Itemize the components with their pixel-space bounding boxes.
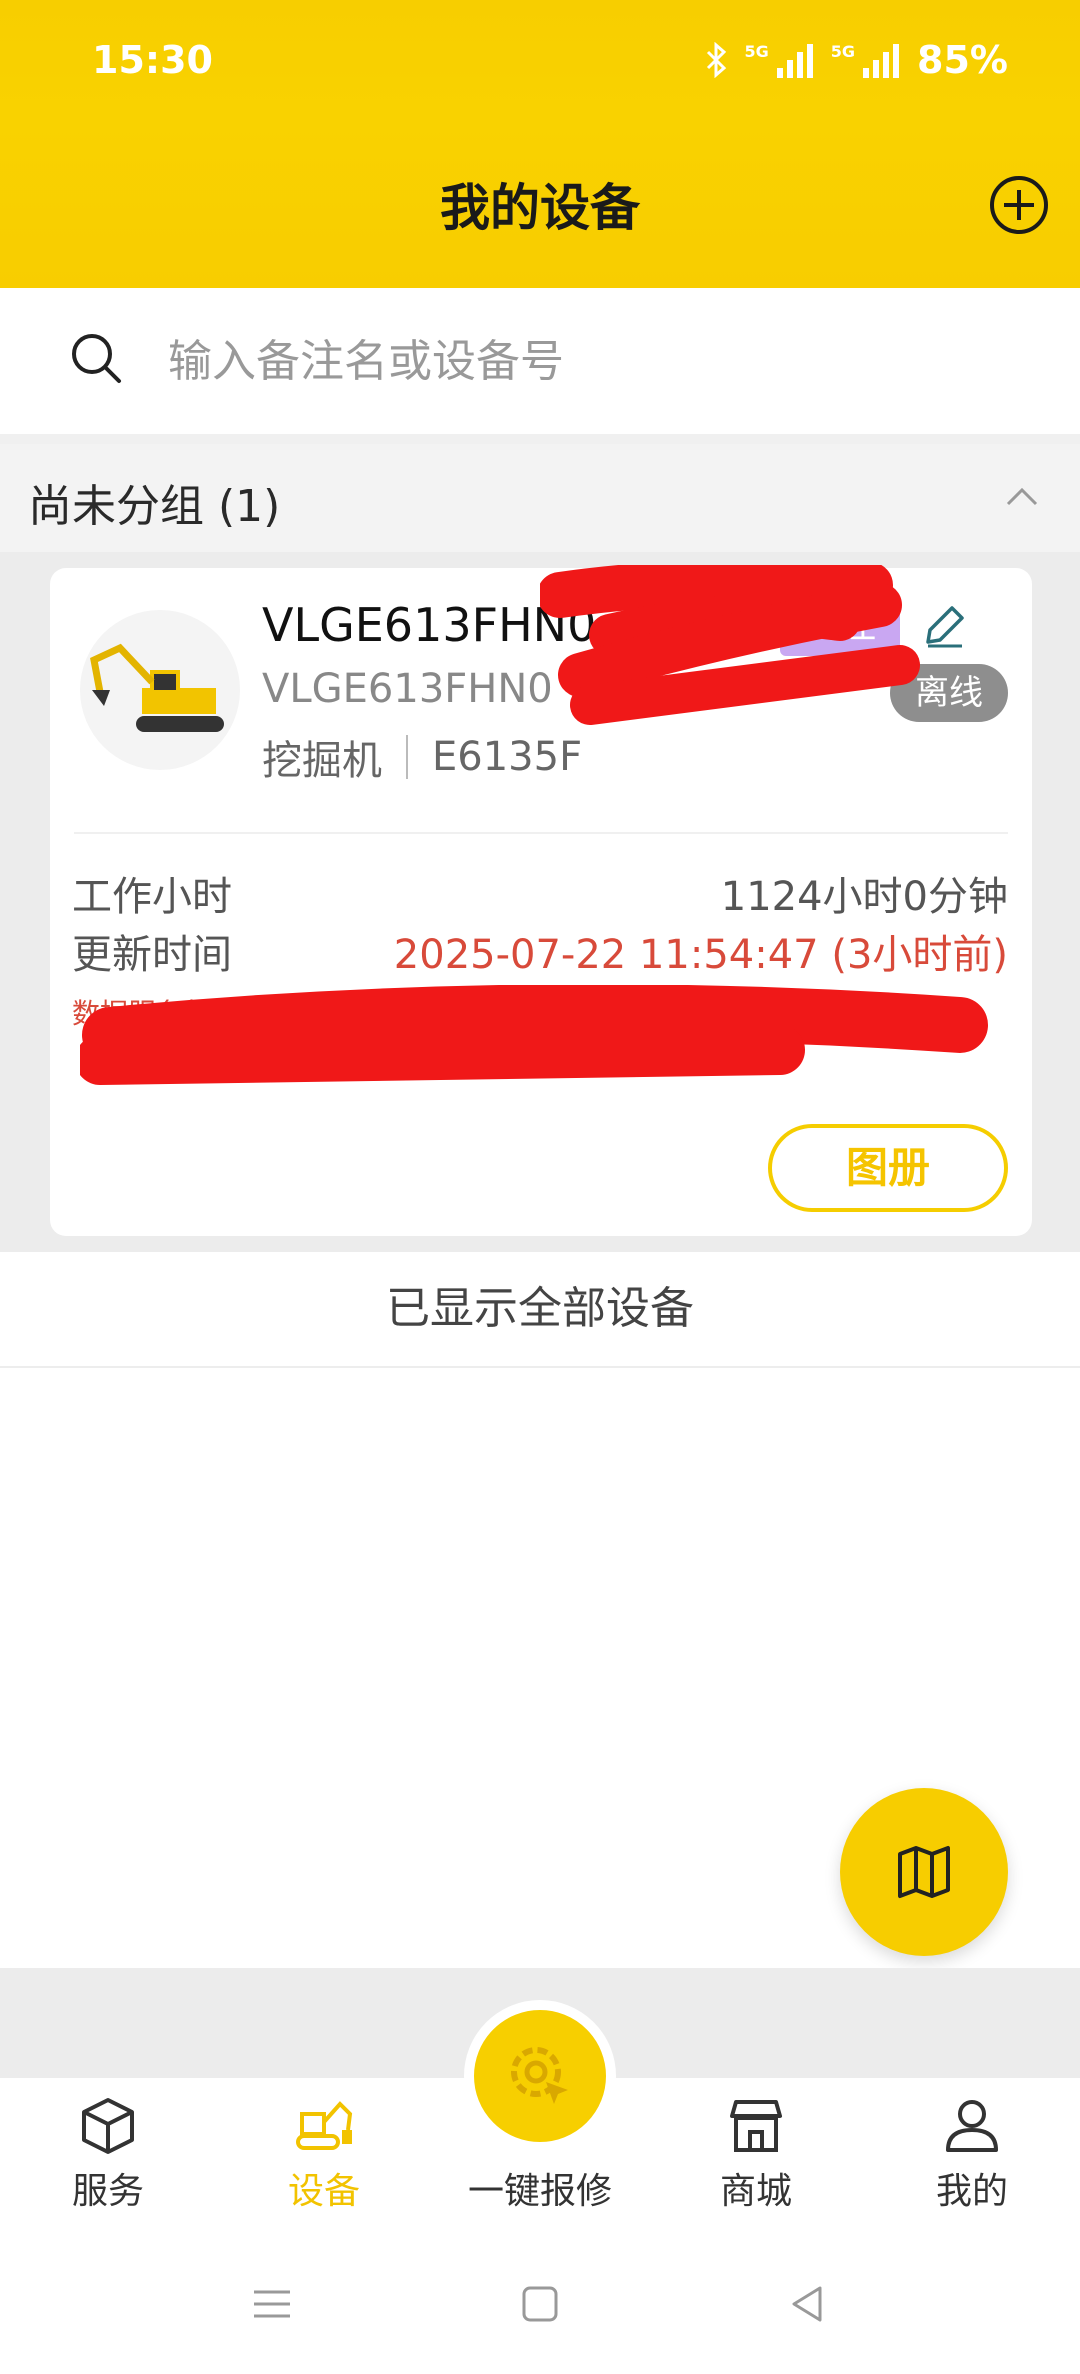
search-bar: [0, 288, 1080, 434]
work-hours-value: 1124小时0分钟: [720, 874, 1008, 920]
group-title: 尚未分组 (1): [28, 481, 281, 532]
user-icon: [946, 2100, 998, 2152]
nav-service-label: 服务: [71, 2171, 144, 2212]
screen: 15:30 5G 5G 85% 我的设备 输入备注名或设备号 尚未分组 (1) …: [0, 0, 1080, 2374]
cube-icon: [82, 2098, 134, 2154]
album-button[interactable]: 图册: [768, 1124, 1008, 1212]
divider: [0, 434, 1080, 444]
update-time-value: 2025-07-22 11:54:47 (3小时前): [393, 932, 1008, 978]
menu-icon[interactable]: [250, 2282, 294, 2326]
status-bar: 15:30 5G 5G 85%: [0, 30, 1080, 90]
back-icon[interactable]: [786, 2282, 830, 2326]
divider: [0, 1366, 1080, 1368]
separator: [406, 735, 408, 779]
list-end-message: 已显示全部设备: [0, 1252, 1080, 1366]
status-icons: 5G 5G 85%: [705, 38, 1008, 82]
map-icon: [898, 1846, 950, 1898]
device-model: E6135F: [432, 734, 583, 780]
network-label-1: 5G: [744, 42, 769, 61]
device-type: 挖掘机: [262, 738, 382, 784]
network-label-2: 5G: [830, 42, 856, 61]
device-type-row: 挖掘机 E6135F: [262, 728, 582, 786]
header: 15:30 5G 5G 85% 我的设备: [0, 0, 1080, 288]
divider: [74, 832, 1008, 834]
map-fab-button[interactable]: [840, 1788, 1008, 1956]
nav-mine-label: 我的: [935, 2171, 1008, 2212]
signal-icon-1: 5G: [745, 42, 813, 78]
repair-label: 一键报修: [467, 2171, 612, 2212]
status-badge: 离线: [890, 664, 1008, 722]
add-device-button[interactable]: [990, 176, 1048, 234]
page-title: 我的设备: [440, 179, 640, 237]
home-icon[interactable]: [518, 2282, 562, 2326]
chevron-up-icon[interactable]: [1004, 478, 1040, 514]
work-hours-label: 工作小时: [72, 874, 232, 920]
battery-percent: 85%: [917, 38, 1008, 82]
nav-devices[interactable]: 设备: [244, 2096, 404, 2214]
system-nav-bar: [0, 2238, 1080, 2374]
edit-icon[interactable]: [922, 602, 968, 648]
service-notice: 数据服务将于2025-07-: [72, 997, 368, 1030]
remark-badge: 备注: [780, 596, 900, 656]
search-input[interactable]: [168, 326, 968, 396]
search-icon: [72, 334, 121, 383]
signal-icon-2: 5G: [830, 42, 900, 78]
group-header[interactable]: 尚未分组 (1): [0, 444, 1080, 552]
excavator-icon: [80, 610, 240, 770]
device-card[interactable]: VLGE613FHN0 VLGE613FHN0 挖掘机 E6135F 备注 离线…: [50, 568, 1032, 1236]
excavator-nav-icon: [296, 2101, 353, 2150]
status-time: 15:30: [92, 38, 213, 82]
bluetooth-icon: [706, 42, 726, 78]
nav-mine[interactable]: 我的: [892, 2096, 1052, 2214]
nav-service[interactable]: 服务: [28, 2096, 188, 2214]
gear-cursor-icon: [511, 2047, 568, 2104]
device-id: VLGE613FHN0: [262, 666, 553, 712]
store-icon: [730, 2100, 782, 2152]
nav-mall[interactable]: 商城: [676, 2096, 836, 2214]
nav-devices-label: 设备: [287, 2171, 360, 2212]
device-name: VLGE613FHN0: [262, 598, 597, 652]
repair-button[interactable]: [464, 2000, 616, 2152]
update-time-label: 更新时间: [72, 932, 232, 978]
nav-mall-label: 商城: [719, 2171, 792, 2212]
